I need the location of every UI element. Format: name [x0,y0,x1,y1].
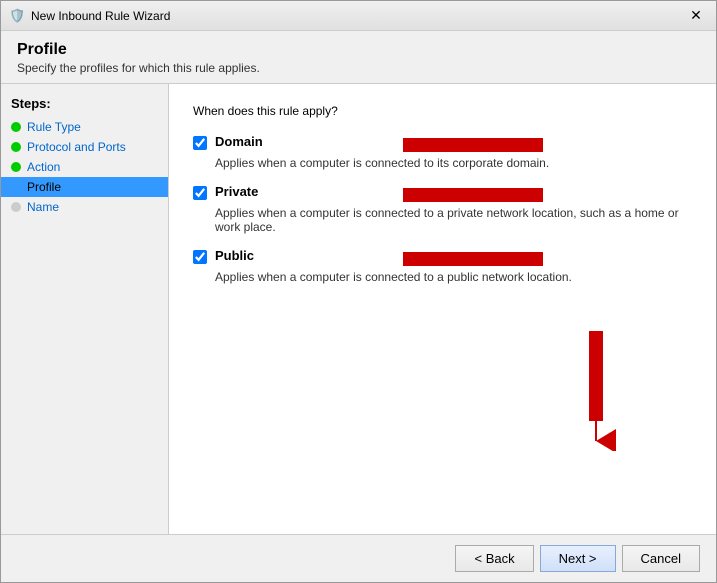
page-title: Profile [17,41,700,59]
sidebar-item-name[interactable]: Name [1,197,168,217]
domain-label[interactable]: Domain [215,134,263,149]
public-checkbox[interactable] [193,250,207,264]
bottom-bar: < Back Next > Cancel [1,534,716,582]
next-button[interactable]: Next > [540,545,616,572]
sidebar-label-protocol-ports: Protocol and Ports [27,140,126,154]
next-arrow-annotation [576,331,616,454]
main-layout: Steps: Rule Type Protocol and Ports Acti… [1,84,716,534]
window-title: New Inbound Rule Wizard [31,9,684,23]
title-bar: 🛡️ New Inbound Rule Wizard ✕ [1,1,716,31]
sidebar-label-action: Action [27,160,60,174]
sidebar-item-protocol-ports[interactable]: Protocol and Ports [1,137,168,157]
down-arrow-svg [576,331,616,451]
sidebar-item-action[interactable]: Action [1,157,168,177]
public-checkbox-row: Public [193,248,692,264]
dot-name [11,202,21,212]
public-label[interactable]: Public [215,248,254,263]
page-subtitle: Specify the profiles for which this rule… [17,61,700,75]
sidebar-label-profile: Profile [27,180,61,194]
sidebar: Steps: Rule Type Protocol and Ports Acti… [1,84,169,534]
private-description: Applies when a computer is connected to … [215,206,692,234]
domain-description: Applies when a computer is connected to … [215,156,692,170]
window-icon: 🛡️ [9,8,25,24]
private-checkbox[interactable] [193,186,207,200]
public-group: Public Applies when a compu [193,248,692,284]
private-group: Private Applies when a comp [193,184,692,234]
sidebar-label-name: Name [27,200,59,214]
domain-checkbox-row: Domain [193,134,692,150]
dot-action [11,162,21,172]
dot-rule-type [11,122,21,132]
close-button[interactable]: ✕ [684,6,708,26]
sidebar-header: Steps: [1,92,168,117]
main-panel: When does this rule apply? Domain [169,84,716,534]
domain-group: Domain Applies when a compu [193,134,692,170]
page-header: Profile Specify the profiles for which t… [1,31,716,83]
domain-checkbox[interactable] [193,136,207,150]
public-description: Applies when a computer is connected to … [215,270,692,284]
sidebar-item-rule-type[interactable]: Rule Type [1,117,168,137]
back-button[interactable]: < Back [455,545,533,572]
rule-apply-question: When does this rule apply? [193,104,692,118]
panel-content: When does this rule apply? Domain [169,84,716,534]
dot-profile [11,182,21,192]
sidebar-item-profile[interactable]: Profile [1,177,168,197]
dot-protocol-ports [11,142,21,152]
private-checkbox-row: Private [193,184,692,200]
cancel-button[interactable]: Cancel [622,545,700,572]
private-label[interactable]: Private [215,184,258,199]
wizard-window: 🛡️ New Inbound Rule Wizard ✕ Profile Spe… [0,0,717,583]
sidebar-label-rule-type: Rule Type [27,120,81,134]
